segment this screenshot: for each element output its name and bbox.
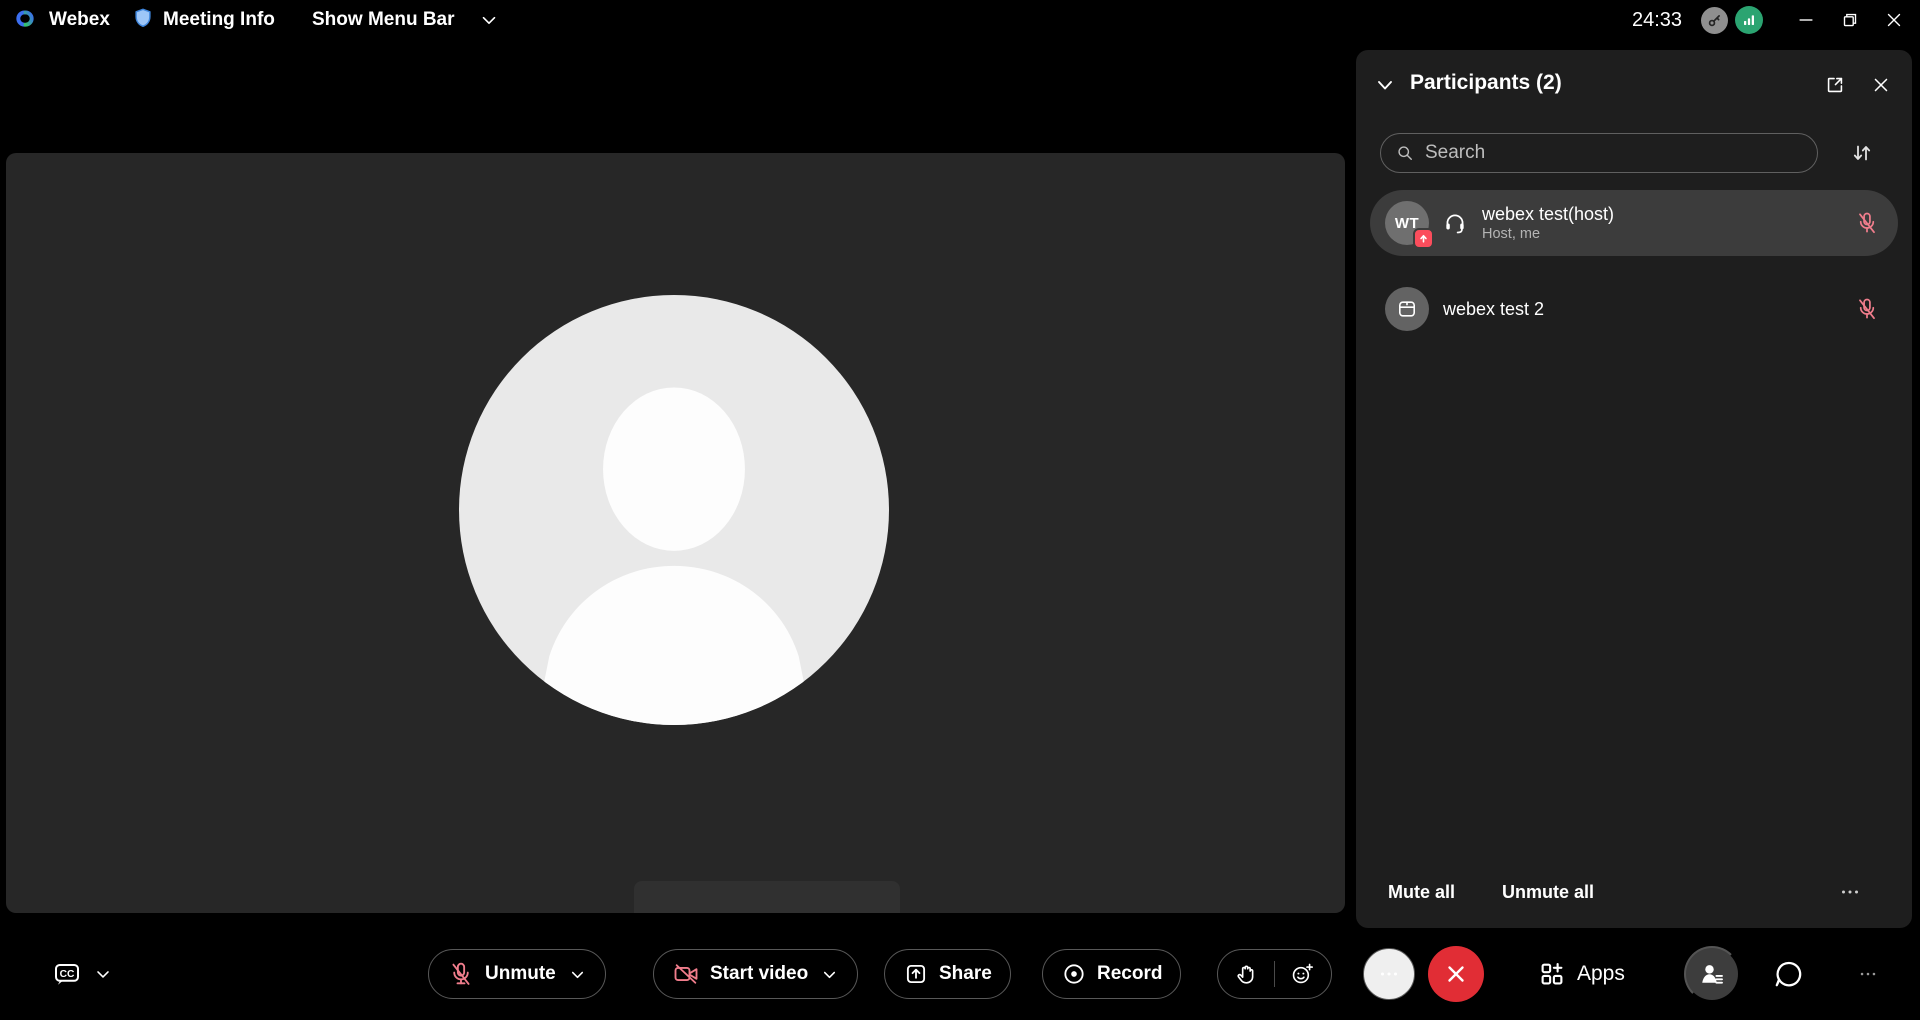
headset-icon: [1442, 210, 1468, 236]
connection-quality-indicator[interactable]: [1735, 0, 1763, 40]
key-icon: [1701, 7, 1728, 34]
cc-label: CC: [60, 969, 75, 980]
mic-muted-icon: [447, 960, 475, 988]
reactions-group: [1217, 949, 1332, 999]
meeting-info-label: Meeting Info: [163, 9, 275, 31]
encryption-indicator[interactable]: [1701, 0, 1728, 40]
close-panel-button[interactable]: [1864, 68, 1898, 102]
participants-icon: [1697, 959, 1727, 989]
chat-bubble-icon: [1772, 957, 1806, 991]
webex-logo-icon: [10, 4, 40, 37]
apps-button[interactable]: Apps: [1537, 959, 1625, 989]
show-menu-bar-label: Show Menu Bar: [312, 9, 455, 31]
participants-panel-header: Participants (2): [1356, 62, 1912, 106]
device-avatar: [1385, 287, 1429, 331]
leave-meeting-button[interactable]: [1428, 946, 1484, 1002]
share-button[interactable]: Share: [884, 949, 1011, 999]
participants-panel-title: Participants (2): [1410, 71, 1562, 95]
record-label: Record: [1097, 963, 1162, 985]
app-title: Webex: [49, 9, 110, 31]
popout-panel-button[interactable]: [1818, 68, 1852, 102]
closed-captions-button[interactable]: CC: [50, 957, 84, 991]
mute-all-button[interactable]: Mute all: [1388, 870, 1455, 914]
share-label: Share: [939, 963, 992, 985]
meeting-timer: 24:33: [1632, 0, 1682, 40]
meeting-info-button[interactable]: Meeting Info: [132, 0, 275, 40]
title-bar: Webex Meeting Info Show Menu Bar 24:33: [0, 0, 1920, 40]
participant-role: Host, me: [1482, 225, 1614, 243]
more-panels-button[interactable]: [1850, 956, 1886, 992]
apps-grid-icon: [1537, 959, 1567, 989]
controls-dock-shadow: [634, 881, 900, 913]
participant-search[interactable]: [1380, 133, 1818, 173]
presenter-badge-icon: [1413, 228, 1434, 249]
chevron-down-icon[interactable]: [568, 965, 587, 984]
search-icon: [1395, 143, 1415, 163]
participants-panel: Participants (2): [1356, 50, 1912, 928]
avatar: WT: [1385, 201, 1429, 245]
sort-participants-button[interactable]: [1844, 135, 1880, 171]
minimize-button[interactable]: [1786, 0, 1826, 40]
participant-avatar-placeholder: [459, 295, 889, 725]
participants-toggle-button[interactable]: [1684, 946, 1740, 1002]
unmute-all-button[interactable]: Unmute all: [1502, 870, 1594, 914]
signal-bars-icon: [1735, 6, 1763, 34]
captions-chevron-button[interactable]: [90, 961, 116, 987]
collapse-panel-button[interactable]: [1370, 70, 1400, 100]
record-icon: [1061, 961, 1087, 987]
apps-label: Apps: [1577, 962, 1625, 986]
search-input[interactable]: [1425, 142, 1803, 164]
webex-brand: Webex: [10, 0, 110, 40]
control-bar: CC Unmute Start video: [0, 928, 1920, 1020]
chevron-down-icon[interactable]: [820, 965, 839, 984]
participant-name: webex test 2: [1443, 298, 1544, 321]
device-icon: [1395, 297, 1419, 321]
camera-off-icon: [672, 960, 700, 988]
show-menu-bar-button[interactable]: Show Menu Bar: [312, 0, 500, 40]
share-screen-icon: [903, 961, 929, 987]
record-button[interactable]: Record: [1042, 949, 1181, 999]
close-window-button[interactable]: [1874, 0, 1914, 40]
reactions-emoji-icon[interactable]: [1289, 961, 1315, 987]
start-video-button[interactable]: Start video: [653, 949, 858, 999]
divider: [1274, 961, 1275, 987]
chevron-down-icon: [478, 9, 500, 31]
unmute-button[interactable]: Unmute: [428, 949, 606, 999]
unmute-label: Unmute: [485, 963, 556, 985]
participant-row[interactable]: webex test 2: [1370, 276, 1898, 342]
mic-muted-icon[interactable]: [1854, 210, 1880, 236]
panel-more-options-button[interactable]: [1832, 874, 1868, 910]
shield-icon: [132, 6, 154, 35]
participant-row-host[interactable]: WT webex test(host) Host, me: [1370, 190, 1898, 256]
close-icon: [1443, 961, 1469, 987]
restore-window-button[interactable]: [1830, 0, 1870, 40]
participant-name: webex test(host): [1482, 203, 1614, 226]
start-video-label: Start video: [710, 963, 808, 985]
more-options-button[interactable]: [1363, 948, 1415, 1000]
participants-panel-footer: Mute all Unmute all: [1356, 870, 1912, 914]
chat-button[interactable]: [1765, 950, 1813, 998]
video-stage: [6, 153, 1345, 913]
mic-muted-icon[interactable]: [1854, 296, 1880, 322]
raise-hand-icon[interactable]: [1234, 961, 1260, 987]
